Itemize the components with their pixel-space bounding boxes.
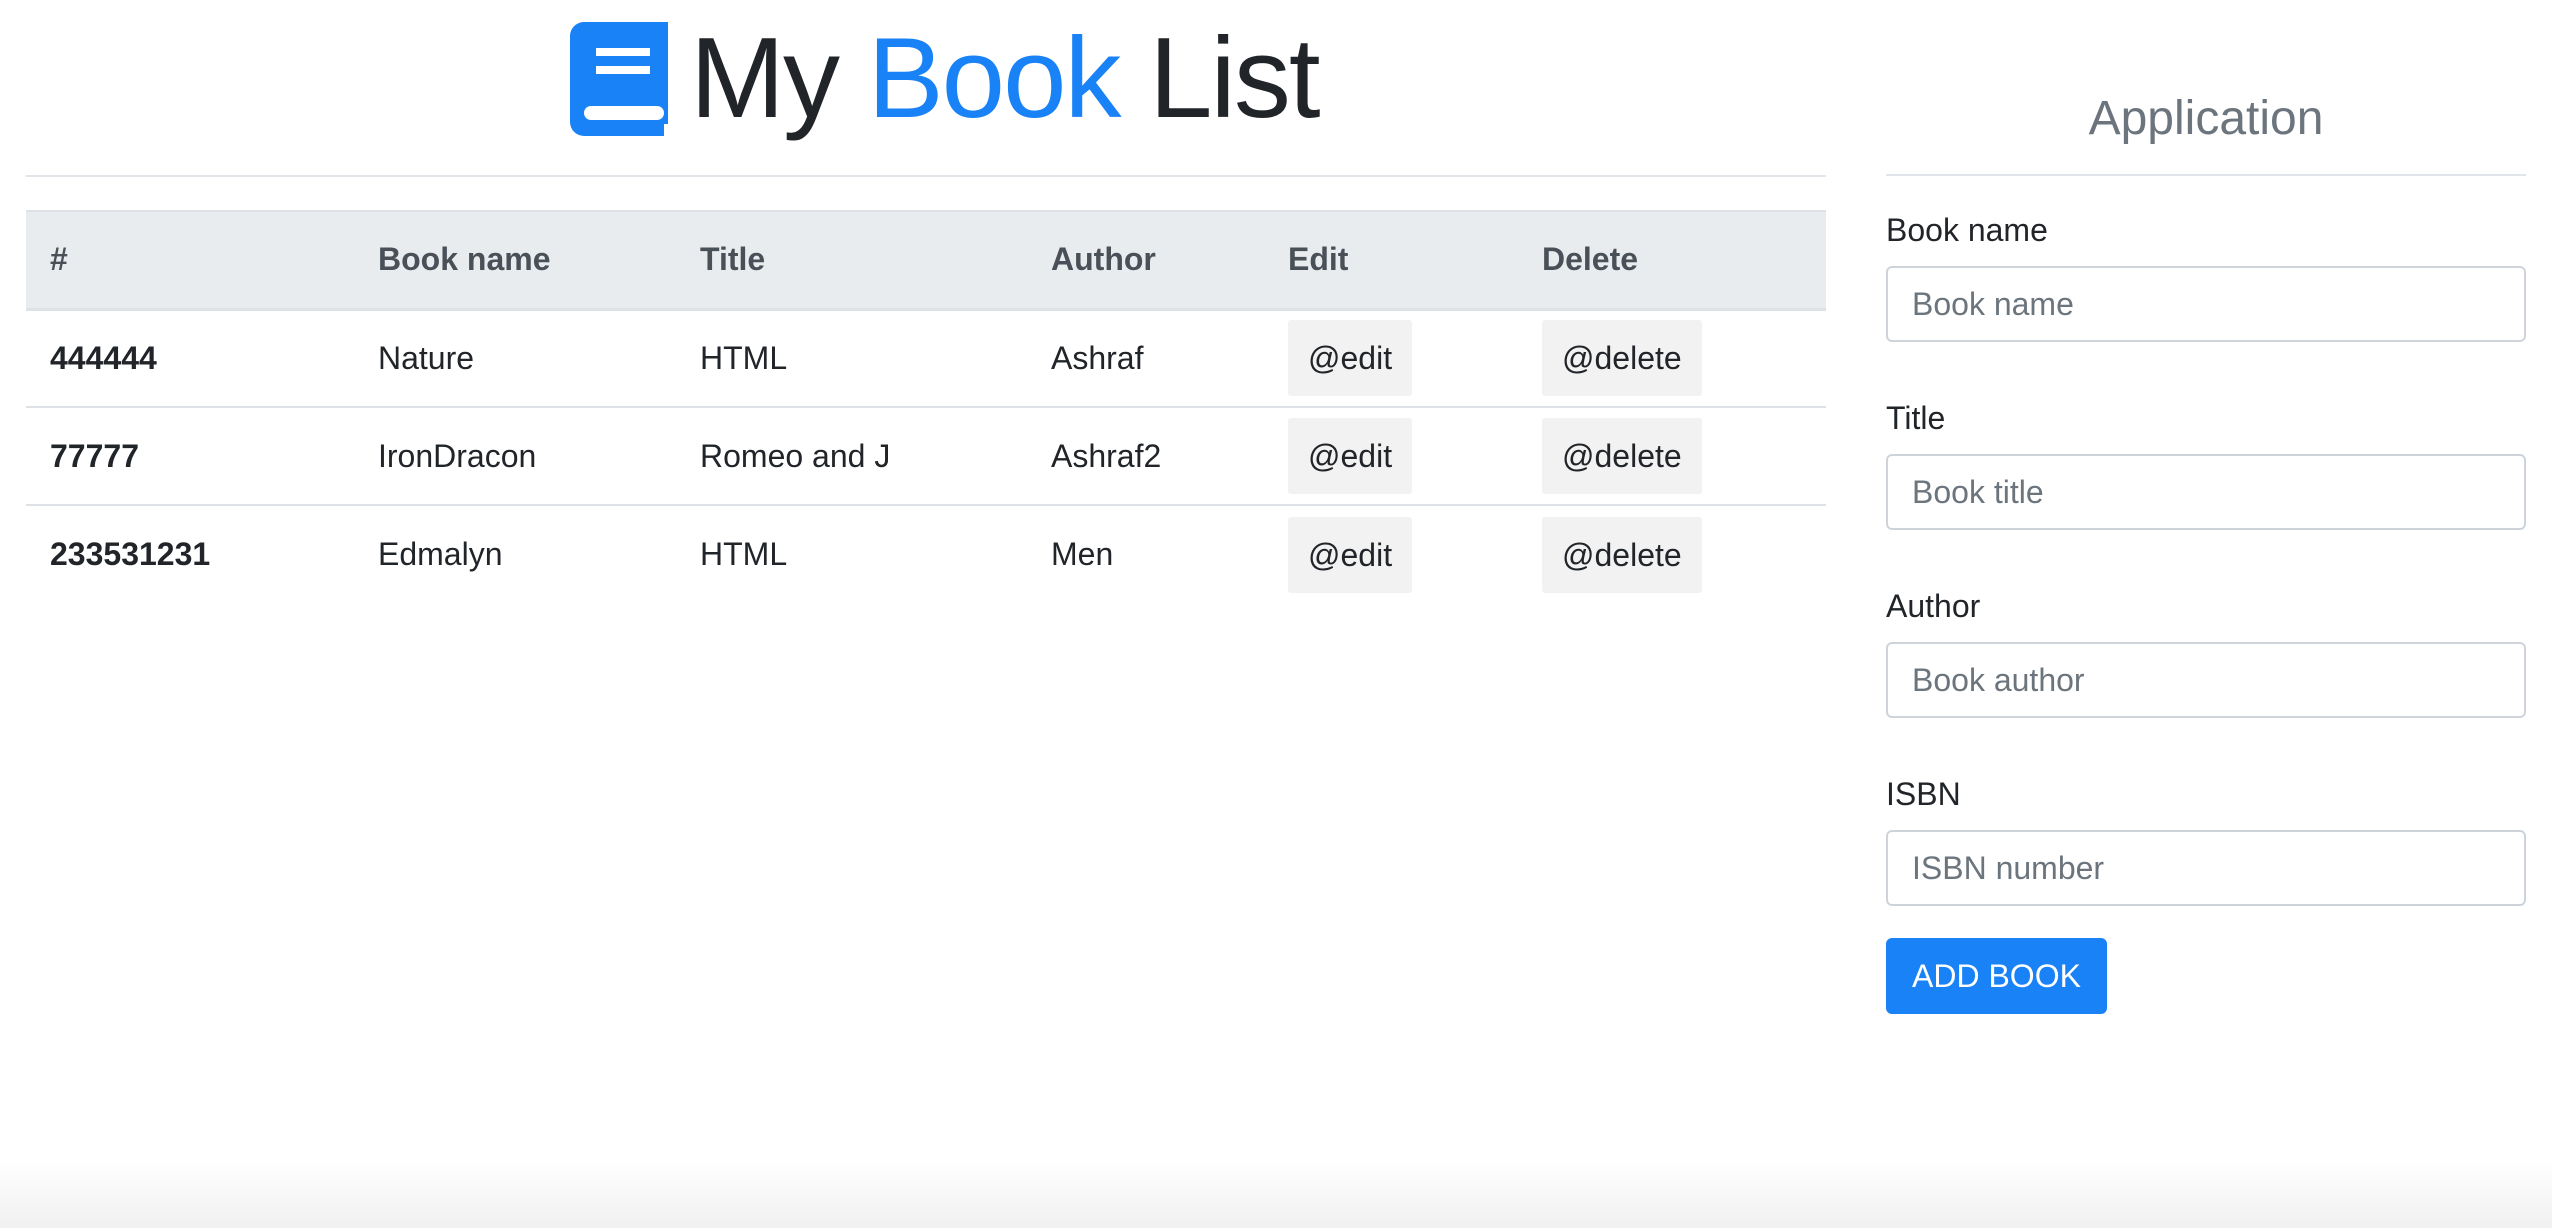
isbn-input[interactable] bbox=[1886, 830, 2526, 906]
edit-button[interactable]: @edit bbox=[1288, 320, 1413, 397]
title-part-list: List bbox=[1119, 15, 1320, 142]
form-divider bbox=[1886, 174, 2526, 176]
table-row: 77777 IronDracon Romeo and J Ashraf2 @ed… bbox=[26, 407, 1826, 506]
title-part-book: Book bbox=[867, 15, 1122, 142]
page-header: My Book List bbox=[570, 14, 1321, 144]
cell-delete: @delete bbox=[1518, 407, 1826, 506]
cell-title: Romeo and J bbox=[676, 407, 1027, 506]
book-list-app: My Book List # Book name Title Author Ed… bbox=[0, 0, 2552, 1228]
header-delete: Delete bbox=[1518, 210, 1826, 311]
cell-isbn: 233531231 bbox=[50, 536, 211, 572]
cell-author: Ashraf bbox=[1027, 309, 1264, 408]
header-edit: Edit bbox=[1264, 210, 1518, 311]
table-header-row: # Book name Title Author Edit Delete bbox=[26, 210, 1826, 311]
edit-button[interactable]: @edit bbox=[1288, 516, 1413, 593]
table-row: 444444 Nature HTML Ashraf @edit @delete bbox=[26, 309, 1826, 408]
header-number: # bbox=[26, 210, 354, 311]
delete-button[interactable]: @delete bbox=[1542, 320, 1702, 397]
title-input[interactable] bbox=[1886, 454, 2526, 530]
header-title: Title bbox=[676, 210, 1027, 311]
add-book-button[interactable]: ADD BOOK bbox=[1886, 938, 2107, 1014]
book-name-input[interactable] bbox=[1886, 266, 2526, 342]
cell-isbn: 77777 bbox=[26, 407, 354, 506]
cell-book-name: Nature bbox=[354, 309, 676, 408]
cell-book-name: IronDracon bbox=[354, 407, 676, 506]
author-label: Author bbox=[1886, 588, 1981, 624]
cell-delete: @delete bbox=[1518, 505, 1826, 603]
cell-isbn: 444444 bbox=[26, 309, 354, 408]
cell-book-name: Edmalyn bbox=[378, 536, 503, 572]
bottom-shadow bbox=[0, 1158, 2552, 1228]
delete-button[interactable]: @delete bbox=[1542, 516, 1702, 593]
cell-edit: @edit bbox=[1264, 309, 1518, 408]
form-heading: Application bbox=[2088, 92, 2324, 145]
header-book-name: Book name bbox=[354, 210, 676, 311]
author-input[interactable] bbox=[1886, 642, 2526, 718]
edit-button[interactable]: @edit bbox=[1288, 418, 1413, 494]
header-divider bbox=[26, 175, 1826, 177]
add-book-form: Application Book name Title Author ISBN … bbox=[1886, 86, 2526, 1014]
table-head: # Book name Title Author Edit Delete bbox=[26, 210, 1826, 311]
cell-title: HTML bbox=[700, 536, 788, 572]
title-label: Title bbox=[1886, 400, 1946, 436]
book-icon bbox=[570, 22, 668, 136]
cell-edit: @edit bbox=[1264, 407, 1518, 506]
isbn-label: ISBN bbox=[1886, 776, 1961, 812]
cell-author: Ashraf2 bbox=[1027, 407, 1264, 506]
book-table: # Book name Title Author Edit Delete 444… bbox=[26, 210, 1826, 603]
table-row: 233531231 Edmalyn HTML Men @edit @delete bbox=[26, 505, 1826, 603]
cell-edit: @edit bbox=[1264, 505, 1518, 603]
table-body: 444444 Nature HTML Ashraf @edit @delete … bbox=[26, 309, 1826, 603]
delete-button[interactable]: @delete bbox=[1542, 418, 1702, 494]
cell-delete: @delete bbox=[1518, 309, 1826, 408]
cell-author: Men bbox=[1051, 536, 1114, 572]
cell-title: HTML bbox=[676, 309, 1027, 408]
page-title: My Book List bbox=[690, 22, 1321, 136]
header-author: Author bbox=[1027, 210, 1264, 311]
book-name-label: Book name bbox=[1886, 212, 2048, 248]
title-part-my: My bbox=[690, 15, 868, 142]
